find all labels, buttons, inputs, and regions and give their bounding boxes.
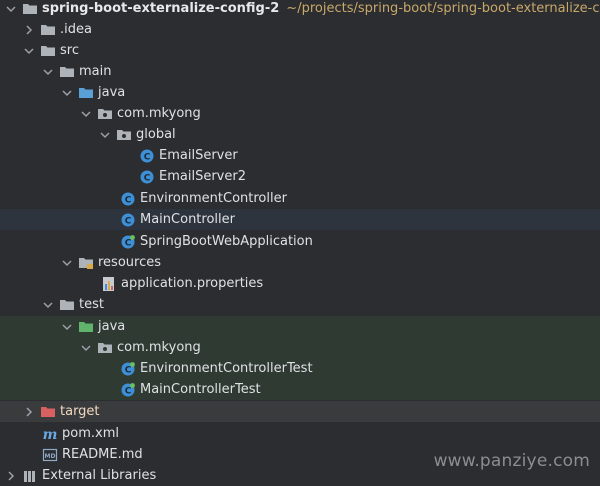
svg-text:C: C <box>125 365 132 375</box>
chevron-down-icon[interactable] <box>60 256 74 270</box>
tree-label: test <box>79 297 104 312</box>
folder-icon <box>22 1 38 17</box>
class-icon: C <box>120 191 136 207</box>
package-icon <box>97 106 113 122</box>
tree-row-idea[interactable]: .idea <box>0 19 600 40</box>
chevron-right-icon[interactable] <box>22 405 36 419</box>
folder-icon <box>59 64 75 80</box>
chevron-down-icon[interactable] <box>4 2 18 16</box>
chevron-down-icon[interactable] <box>22 44 36 58</box>
tree-row-test[interactable]: test <box>0 294 600 315</box>
properties-file-icon <box>101 276 117 292</box>
svg-text:C: C <box>125 216 132 226</box>
tree-row-src[interactable]: src <box>0 40 600 61</box>
tree-label: global <box>136 127 176 142</box>
chevron-down-icon[interactable] <box>79 341 93 355</box>
tree-label: SpringBootWebApplication <box>140 234 313 249</box>
tree-row-main-controller-test[interactable]: C MainControllerTest <box>0 379 600 400</box>
tree-row-package-test[interactable]: com.mkyong <box>0 337 600 358</box>
package-icon <box>97 340 113 356</box>
chevron-down-icon[interactable] <box>41 65 55 79</box>
svg-text:C: C <box>125 238 132 248</box>
tree-row-pom[interactable]: m pom.xml <box>0 423 600 444</box>
svg-text:C: C <box>125 386 132 396</box>
class-icon: C <box>120 212 136 228</box>
tree-label: pom.xml <box>62 426 119 441</box>
test-class-icon: C <box>120 361 136 377</box>
tree-label: com.mkyong <box>117 106 201 121</box>
tree-label: com.mkyong <box>117 340 201 355</box>
tree-label: .idea <box>60 22 92 37</box>
folder-icon <box>40 22 56 38</box>
tree-row-environment-controller[interactable]: C EnvironmentController <box>0 188 600 209</box>
tree-row-global[interactable]: global <box>0 124 600 145</box>
tree-row-env-controller-test[interactable]: C EnvironmentControllerTest <box>0 358 600 379</box>
project-path: ~/projects/spring-boot/spring-boot-exter… <box>286 1 600 16</box>
watermark-text: www.panziye.com <box>433 451 590 471</box>
tree-label: main <box>79 64 112 79</box>
chevron-down-icon[interactable] <box>41 298 55 312</box>
svg-text:MD: MD <box>45 453 56 460</box>
tree-label: EnvironmentController <box>140 191 287 206</box>
svg-text:C: C <box>144 152 151 162</box>
tree-row-email-server[interactable]: C EmailServer <box>0 145 600 166</box>
tree-label: src <box>60 43 79 58</box>
tree-label: application.properties <box>121 276 264 291</box>
tree-row-app-properties[interactable]: application.properties <box>0 273 600 294</box>
project-tree: spring-boot-externalize-config-2 ~/proje… <box>0 0 600 484</box>
svg-text:C: C <box>125 195 132 205</box>
tree-row-main-controller[interactable]: C MainController <box>0 209 600 230</box>
tree-label: README.md <box>62 447 143 462</box>
excluded-folder-icon <box>40 404 56 420</box>
test-folder-icon <box>78 319 94 335</box>
tree-label: java <box>98 319 126 334</box>
chevron-down-icon[interactable] <box>98 128 112 142</box>
chevron-right-icon[interactable] <box>22 23 36 37</box>
project-name: spring-boot-externalize-config-2 <box>42 1 280 16</box>
tree-row-target[interactable]: target <box>0 401 600 422</box>
maven-icon: m <box>42 426 58 442</box>
tree-row-app-class[interactable]: C SpringBootWebApplication <box>0 231 600 252</box>
chevron-down-icon[interactable] <box>60 86 74 100</box>
library-icon <box>22 468 38 484</box>
tree-label: MainControllerTest <box>140 382 261 397</box>
svg-text:m: m <box>43 427 58 442</box>
tree-row-main-java[interactable]: java <box>0 82 600 103</box>
tree-row-package-main[interactable]: com.mkyong <box>0 103 600 124</box>
svg-text:C: C <box>144 173 151 183</box>
tree-label: target <box>60 404 100 419</box>
chevron-down-icon[interactable] <box>79 107 93 121</box>
test-class-icon: C <box>120 382 136 398</box>
tree-label: java <box>98 85 126 100</box>
resources-folder-icon <box>78 255 94 271</box>
tree-label: EmailServer2 <box>159 169 246 184</box>
markdown-icon: MD <box>42 447 58 463</box>
folder-icon <box>59 297 75 313</box>
class-icon: C <box>139 169 155 185</box>
tree-row-test-java[interactable]: java <box>0 316 600 337</box>
chevron-right-icon[interactable] <box>4 469 18 483</box>
tree-row-main[interactable]: main <box>0 61 600 82</box>
tree-row-resources[interactable]: resources <box>0 252 600 273</box>
tree-row-email-server2[interactable]: C EmailServer2 <box>0 166 600 187</box>
chevron-down-icon[interactable] <box>60 320 74 334</box>
tree-row-project-root[interactable]: spring-boot-externalize-config-2 ~/proje… <box>0 0 600 19</box>
tree-label: EnvironmentControllerTest <box>140 361 313 376</box>
spring-class-icon: C <box>120 234 136 250</box>
package-icon <box>116 127 132 143</box>
tree-label: MainController <box>140 212 235 227</box>
class-icon: C <box>139 148 155 164</box>
folder-icon <box>40 43 56 59</box>
source-folder-icon <box>78 85 94 101</box>
tree-label: resources <box>98 255 162 270</box>
tree-label: EmailServer <box>159 148 238 163</box>
